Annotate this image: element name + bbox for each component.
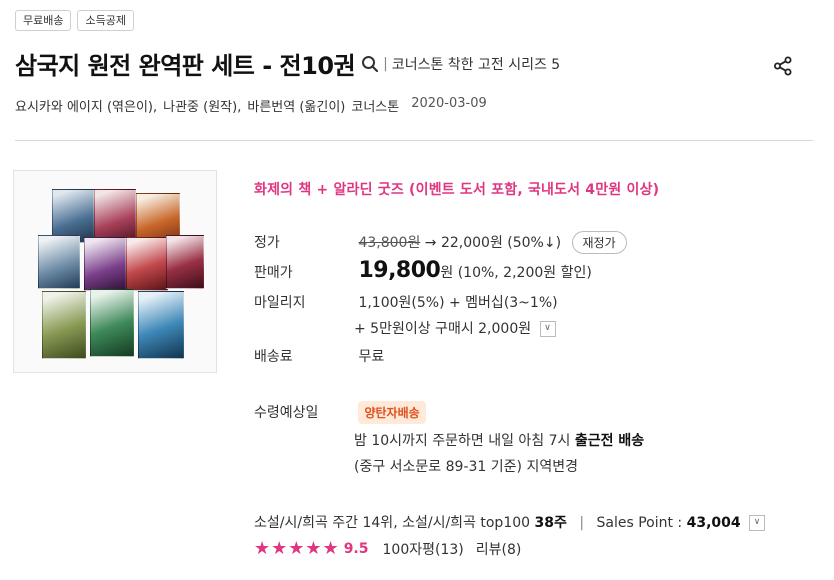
sale-price-amount: 19,800	[358, 258, 441, 283]
mileage-row: 마일리지 1,100원(5%) + 멤버십(3~1%)	[254, 292, 558, 312]
series-link[interactable]: 코너스톤 착한 고전 시리즈 5	[392, 54, 560, 74]
publisher[interactable]: 코너스톤	[351, 96, 399, 115]
book-volume	[38, 235, 80, 289]
list-price-label: 정가	[254, 235, 280, 251]
tag-tax-deduction: 소득공제	[77, 10, 134, 31]
delivery-line2: (중구 서소문로 89-31 기준) 지역변경	[354, 456, 578, 476]
sale-price-detail: (10%, 2,200원 할인)	[457, 265, 592, 281]
delivery-label: 수령예상일	[254, 405, 319, 421]
sale-price-label: 판매가	[254, 265, 293, 281]
delivery-time-text: 밤 10시까지 주문하면 내일 아침 7시	[354, 433, 575, 449]
delivery-row: 수령예상일 양탄자배송	[254, 401, 426, 424]
sales-point-value: 43,004	[686, 515, 741, 531]
book-volume	[90, 289, 134, 357]
short-review-link[interactable]: 100자평(13)	[383, 539, 464, 559]
publish-date: 2020-03-09	[411, 96, 487, 111]
author-list: 요시카와 에이지 (엮은이), 나관중 (원작), 바른번역 (옮긴이) 코너스…	[15, 96, 487, 115]
tag-free-shipping: 무료배송	[15, 10, 72, 31]
delivery-region-text[interactable]: (중구 서소문로 89-31 기준) 지역변경	[354, 459, 578, 475]
share-icon[interactable]	[773, 56, 793, 76]
mileage-extra-row: + 5만원이상 구매시 2,000원 ∨	[354, 318, 556, 338]
rating-score: 9.5	[343, 540, 369, 557]
book-volume	[84, 237, 126, 291]
book-volume	[138, 291, 184, 359]
search-icon[interactable]	[361, 55, 379, 73]
price-arrow: →	[424, 235, 437, 251]
book-volume	[166, 235, 204, 289]
title-row: 삼국지 원전 완역판 세트 - 전10권 | 코너스톤 착한 고전 시리즈 5	[15, 46, 560, 81]
chevron-down-icon[interactable]: ∨	[749, 515, 766, 531]
chevron-down-icon[interactable]: ∨	[539, 321, 556, 337]
book-volume	[94, 189, 136, 243]
reprice-button[interactable]: 재정가	[571, 231, 627, 254]
mileage-label: 마일리지	[254, 295, 306, 311]
ranking-text[interactable]: 소설/시/희곡 주간 14위, 소설/시/희곡 top100	[254, 515, 535, 531]
series-separator: |	[383, 55, 388, 72]
tag-list: 무료배송 소득공제	[15, 10, 134, 31]
ranking-weeks: 38주	[534, 515, 567, 531]
book-volume	[42, 291, 86, 359]
delivery-time-strong: 출근전 배송	[574, 433, 645, 449]
ranking-pipe: |	[579, 515, 585, 531]
book-volume	[126, 237, 168, 291]
rating-row: ★★★★★ 9.5 100자평(13) 리뷰(8)	[254, 538, 521, 559]
shipping-fee-value: 무료	[358, 349, 385, 365]
delivery-badge[interactable]: 양탄자배송	[358, 401, 426, 424]
author-editor[interactable]: 요시카와 에이지 (엮은이),	[15, 96, 157, 115]
delivery-line1: 밤 10시까지 주문하면 내일 아침 7시 출근전 배송	[354, 430, 644, 450]
shipping-fee-label: 배송료	[254, 349, 293, 365]
discounted-list-price: 22,000원 (50%↓)	[440, 235, 562, 251]
original-price: 43,800원	[358, 235, 421, 251]
list-price-row: 정가 43,800원 → 22,000원 (50%↓) 재정가	[254, 231, 627, 254]
ranking-row: 소설/시/희곡 주간 14위, 소설/시/희곡 top100 38주 | Sal…	[254, 512, 766, 532]
mileage-line1: 1,100원(5%) + 멤버십(3~1%)	[358, 295, 558, 311]
author-original[interactable]: 나관중 (원작),	[163, 96, 241, 115]
promo-text[interactable]: 화제의 책 + 알라딘 굿즈 (이벤트 도서 포함, 국내도서 4만원 이상)	[254, 179, 659, 199]
star-rating-icon: ★★★★★	[254, 538, 340, 559]
shipping-fee-row: 배송료 무료	[254, 346, 384, 366]
sale-price-row: 판매가 19,800원 (10%, 2,200원 할인)	[254, 258, 592, 283]
book-cover-image[interactable]	[13, 170, 217, 373]
sale-price-unit: 원	[440, 265, 454, 281]
sales-point-label: Sales Point :	[596, 515, 687, 531]
book-title: 삼국지 원전 완역판 세트 - 전10권	[15, 52, 356, 80]
review-link[interactable]: 리뷰(8)	[476, 539, 522, 559]
mileage-line2: + 5만원이상 구매시 2,000원	[354, 321, 532, 337]
author-translator[interactable]: 바른번역 (옮긴이)	[247, 96, 345, 115]
divider	[15, 140, 813, 141]
